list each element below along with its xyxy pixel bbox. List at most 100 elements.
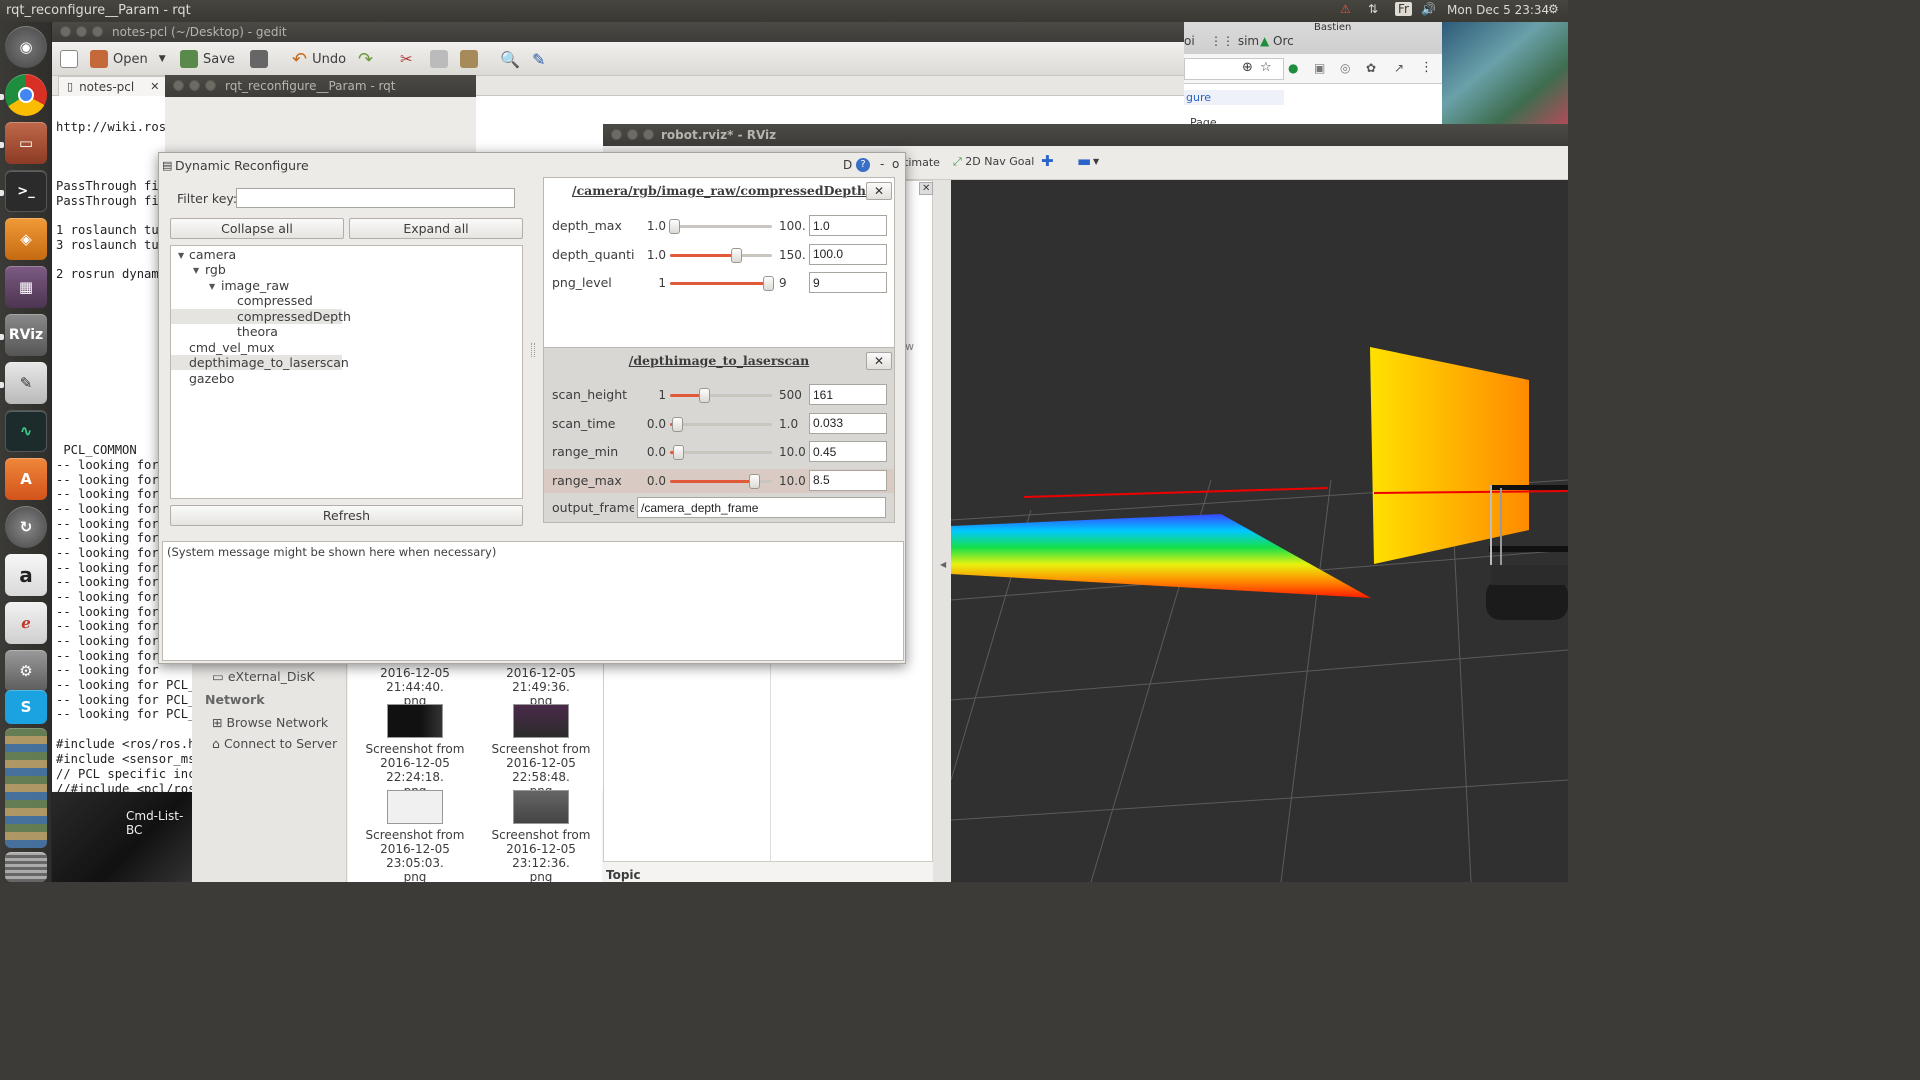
tree-node-depthimage-to-laserscan[interactable]: depthimage_to_laserscan [171, 355, 349, 370]
expand-arrow-icon[interactable]: ▼ [193, 266, 199, 275]
chevron-down-icon[interactable]: ▼ [1093, 157, 1099, 166]
file-item[interactable]: Screenshot from 2016-12-05 22:24:18. png [350, 704, 480, 798]
tree-node-theora[interactable]: theora [237, 324, 278, 339]
new-button[interactable] [60, 48, 78, 70]
slider-handle[interactable] [672, 416, 683, 432]
param-value-input[interactable] [809, 384, 887, 405]
zoom-icon[interactable]: ⊕ [1242, 60, 1253, 75]
redo-button[interactable]: ↷ [358, 48, 373, 70]
evince-icon[interactable]: ℯ [5, 602, 47, 644]
sidebar-item-external-disk[interactable]: ▭ eXternal_DisK [212, 669, 315, 684]
chrome-tab[interactable]: ▲ Orc [1260, 34, 1294, 48]
remove-tool-icon[interactable]: ▬ [1077, 152, 1091, 170]
collapse-all-button[interactable]: Collapse all [170, 218, 344, 239]
terminal-icon[interactable]: >_ [5, 170, 47, 212]
cut-button[interactable]: ✂ [400, 48, 413, 70]
replace-button[interactable]: ✎ [532, 48, 545, 70]
skype-icon[interactable]: S [5, 690, 47, 724]
trash-icon[interactable] [5, 852, 47, 882]
param-slider[interactable] [670, 445, 772, 461]
pose-estimate-tool[interactable]: timate [904, 156, 940, 169]
collapsed-launcher-icons[interactable] [5, 728, 47, 848]
close-group-button[interactable]: ✕ [866, 182, 892, 200]
param-value-input[interactable] [809, 469, 887, 491]
keyboard-indicator[interactable]: Fr [1395, 2, 1412, 16]
tab-notes-pcl[interactable]: ▯ notes-pcl ✕ [58, 76, 169, 96]
text-editor-icon[interactable]: ✎ [5, 362, 47, 404]
slider-handle[interactable] [699, 388, 710, 403]
software-center-icon[interactable]: A [5, 458, 47, 500]
software-updater-icon[interactable]: ↻ [5, 506, 47, 548]
tree-node-compressed-depth[interactable]: compressedDepth [171, 309, 351, 324]
page-link[interactable]: gure [1184, 90, 1284, 105]
menu-icon[interactable]: ⋮ [1420, 60, 1433, 75]
options-icon[interactable]: o [892, 157, 899, 171]
print-button[interactable] [250, 48, 268, 70]
extension-icon[interactable]: ● [1288, 61, 1298, 75]
alert-icon[interactable]: ⚠ [1340, 2, 1351, 16]
expand-all-button[interactable]: Expand all [349, 218, 523, 239]
expand-arrow-icon[interactable]: ▼ [178, 251, 184, 260]
param-value-input[interactable] [809, 441, 887, 463]
chevron-left-icon[interactable]: ◀ [940, 560, 946, 569]
param-value-input[interactable] [809, 412, 887, 434]
copy-button[interactable] [430, 48, 448, 70]
file-item[interactable]: 2016-12-05 21:44:40. png [350, 666, 480, 708]
slider-handle[interactable] [749, 473, 760, 489]
open-button[interactable]: Open ▼ [90, 48, 166, 70]
sidebar-item-connect-server[interactable]: ⌂ Connect to Server [212, 736, 337, 751]
param-value-input[interactable] [809, 243, 887, 265]
param-slider[interactable] [670, 276, 774, 292]
tree-node-gazebo[interactable]: gazebo [189, 371, 234, 386]
file-item[interactable]: 2016-12-05 21:49:36. png [476, 666, 606, 708]
workspaces-icon[interactable]: ▦ [5, 266, 47, 308]
settings-icon[interactable]: ⚙ [5, 650, 47, 692]
system-monitor-icon[interactable]: ∿ [5, 410, 47, 452]
dash-icon[interactable]: ◉ [5, 26, 47, 68]
3d-viewport[interactable] [951, 180, 1568, 882]
param-slider[interactable] [670, 416, 772, 432]
minimize-icon[interactable]: - [880, 157, 884, 171]
window-controls[interactable] [60, 26, 108, 40]
tree-node-rgb[interactable]: rgb [205, 262, 226, 277]
file-item[interactable]: Screenshot from 2016-12-05 22:58:48. png [476, 704, 606, 798]
profile-name[interactable]: Bastien [1314, 22, 1351, 33]
close-icon[interactable]: ✕ [150, 80, 159, 93]
extension-icon[interactable]: ↗ [1394, 61, 1404, 75]
star-icon[interactable]: ☆ [1260, 60, 1272, 75]
dock-icon[interactable]: D [843, 158, 852, 172]
sublime-icon[interactable]: ◈ [5, 218, 47, 260]
extension-icon[interactable]: ✿ [1366, 61, 1376, 75]
slider-handle[interactable] [731, 247, 742, 263]
close-group-button[interactable]: ✕ [866, 352, 892, 370]
tree-node-cmd-vel-mux[interactable]: cmd_vel_mux [189, 340, 275, 355]
rviz-icon[interactable]: RViz [5, 314, 47, 356]
tree-node-compressed[interactable]: compressed [237, 293, 313, 308]
tree-node-image-raw[interactable]: image_raw [221, 278, 289, 293]
param-slider[interactable] [670, 247, 772, 263]
undo-button[interactable]: ↶ Undo [292, 48, 346, 70]
file-item[interactable]: Screenshot from 2016-12-05 23:12:36. png [476, 790, 606, 884]
slider-handle[interactable] [669, 219, 680, 234]
settings-icon[interactable]: ⚙ [1548, 2, 1559, 16]
amazon-icon[interactable]: a [5, 554, 47, 596]
window-controls[interactable] [611, 129, 659, 143]
files-icon[interactable]: ▭ [5, 122, 47, 164]
filter-key-input[interactable] [236, 188, 515, 208]
file-item[interactable]: Screenshot from 2016-12-05 23:05:03. png [350, 790, 480, 884]
clock[interactable]: Mon Dec 5 23:34 [1447, 3, 1549, 17]
desktop-label[interactable]: Cmd-List-BC [126, 809, 192, 837]
chevron-down-icon[interactable]: ▼ [159, 54, 166, 64]
close-icon[interactable]: ✕ [919, 182, 934, 195]
chrome-tab[interactable]: oi [1184, 34, 1195, 48]
find-button[interactable]: 🔍 [500, 48, 520, 70]
volume-icon[interactable]: 🔊 [1421, 2, 1436, 16]
output-frame-input[interactable] [637, 497, 886, 518]
nav-goal-tool[interactable]: ⤢ 2D Nav Goal [953, 155, 1034, 169]
network-icon[interactable]: ⇅ [1368, 2, 1378, 16]
help-icon[interactable]: ? [856, 158, 870, 172]
chrome-icon[interactable] [5, 74, 47, 116]
param-slider[interactable] [670, 473, 772, 489]
param-slider[interactable] [669, 219, 772, 234]
refresh-button[interactable]: Refresh [170, 505, 523, 526]
